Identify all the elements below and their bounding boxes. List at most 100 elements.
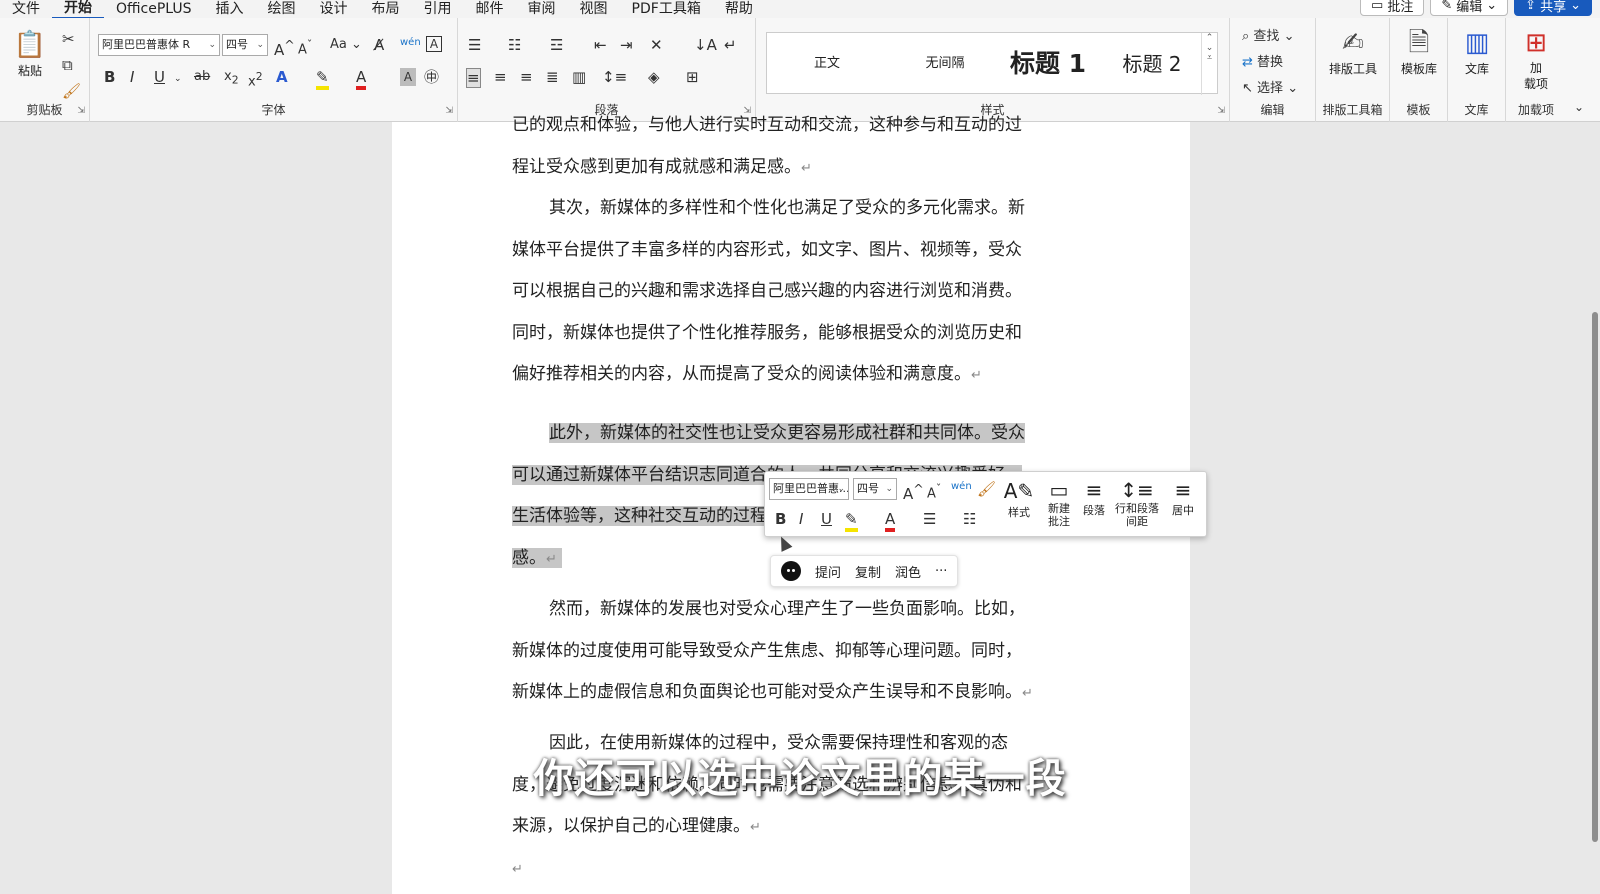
center-button[interactable]: ≡ 居中 [1167, 478, 1199, 518]
decrease-indent-icon[interactable]: ⇤ [594, 36, 607, 54]
polish-button[interactable]: 润色 [895, 562, 921, 581]
character-shading-icon[interactable]: A [400, 68, 416, 86]
mini-font-size-select[interactable]: 四号 ⌄ [853, 478, 897, 500]
grow-font-icon[interactable]: A^ [903, 480, 924, 503]
strikethrough-icon[interactable]: ab [194, 68, 210, 86]
menu-design[interactable]: 设计 [308, 0, 360, 18]
chevron-down-icon[interactable]: ⌄ [174, 70, 182, 88]
paragraph-line: 新媒体上的虚假信息和负面舆论也可能对受众产生误导和不良影响。↵ [512, 682, 1033, 702]
numbering-icon[interactable]: ☷ [508, 36, 521, 54]
mini-paragraph-button[interactable]: ≡ 段落 [1079, 478, 1109, 518]
cut-icon[interactable]: ✂ [62, 30, 75, 48]
font-color-icon[interactable]: A [885, 510, 896, 532]
format-painter-icon[interactable]: 🖌 [977, 480, 996, 498]
underline-icon[interactable]: U [154, 68, 165, 86]
style-heading-2[interactable]: 标题 2 [1107, 33, 1197, 95]
borders-icon[interactable]: ⊞ [686, 68, 699, 86]
phonetic-guide-icon[interactable]: wén [951, 478, 972, 496]
phonetic-guide-icon[interactable]: wén [400, 34, 421, 52]
ask-button[interactable]: 提问 [815, 562, 841, 581]
menu-view[interactable]: 视图 [568, 0, 620, 18]
menu-pdf-tools[interactable]: PDF工具箱 [620, 0, 713, 18]
mini-styles-button[interactable]: A✎ 样式 [1001, 478, 1037, 520]
subscript-icon[interactable]: x2 [224, 68, 239, 90]
addins-button[interactable]: ⊞ 加 载项 [1506, 26, 1566, 92]
multilevel-list-icon[interactable]: ☲ [550, 36, 563, 54]
menu-layout[interactable]: 布局 [360, 0, 412, 18]
justify-icon[interactable]: ≣ [546, 68, 559, 86]
paragraph-2: 其次，新媒体的多样性和个性化也满足了受众的多元化需求。新 媒体平台提供了丰富多样… [512, 188, 1072, 396]
collapse-ribbon-icon[interactable]: ⌄ [1574, 98, 1584, 116]
select-button[interactable]: ↖ 选择 ⌄ [1242, 80, 1298, 98]
sort-icon[interactable]: ↓A [694, 36, 717, 54]
underline-icon[interactable]: U [821, 510, 832, 528]
align-left-icon[interactable]: ≡ [466, 68, 481, 88]
bullets-icon[interactable]: ☰ [468, 36, 481, 54]
character-border-icon[interactable]: A [426, 36, 442, 52]
italic-icon[interactable]: I [130, 68, 134, 86]
menu-draw[interactable]: 绘图 [256, 0, 308, 18]
menu-home[interactable]: 开始 [52, 0, 104, 20]
edit-mode-button[interactable]: ✎ 编辑 ⌄ [1430, 0, 1509, 16]
share-button[interactable]: ⇪ 共享 ⌄ [1514, 0, 1592, 16]
show-marks-icon[interactable]: ↵ [724, 36, 737, 54]
superscript-icon[interactable]: x2 [248, 68, 263, 91]
font-color-icon[interactable]: A [356, 68, 367, 90]
copy-icon[interactable]: ⧉ [62, 56, 73, 74]
font-launcher-icon[interactable]: ⇲ [445, 106, 453, 116]
grow-font-icon[interactable]: A^ [274, 36, 295, 59]
style-normal[interactable]: 正文 [797, 33, 857, 95]
clipboard-launcher-icon[interactable]: ⇲ [77, 106, 85, 116]
more-button[interactable]: ··· [935, 564, 947, 579]
enclose-character-icon[interactable]: ㊥ [424, 68, 439, 86]
distributed-icon[interactable]: ▥ [572, 68, 586, 86]
numbering-icon[interactable]: ☷ [963, 510, 976, 528]
menu-help[interactable]: 帮助 [713, 0, 765, 18]
style-heading-1[interactable]: 标题 1 [993, 33, 1103, 95]
shrink-font-icon[interactable]: Aˇ [298, 36, 312, 59]
menu-mailings[interactable]: 邮件 [464, 0, 516, 18]
change-case-button[interactable]: Aa ⌄ [330, 36, 362, 54]
clipboard-icon: 📋 [13, 30, 47, 60]
ai-assistant-icon[interactable] [781, 561, 801, 581]
styles-launcher-icon[interactable]: ⇲ [1217, 106, 1225, 116]
text-effects-icon[interactable]: A [276, 68, 288, 86]
style-no-spacing[interactable]: 无间隔 [907, 33, 983, 95]
styles-scroll[interactable]: ⌃ ⌄ ⩡ [1201, 33, 1217, 95]
template-library-button[interactable]: 🗎 模板库 [1390, 26, 1448, 77]
italic-icon[interactable]: I [799, 510, 803, 528]
align-right-icon[interactable]: ≡ [520, 68, 533, 86]
shading-icon[interactable]: ◈ [648, 68, 660, 86]
highlight-color-icon[interactable]: ✎ [845, 510, 858, 532]
paragraph-line: 然而，新媒体的发展也对受众心理产生了一些负面影响。比如， [549, 599, 1025, 619]
template-group: 🗎 模板库 模板 [1390, 18, 1448, 122]
menu-review[interactable]: 审阅 [516, 0, 568, 18]
menu-file[interactable]: 文件 [0, 0, 52, 18]
increase-indent-icon[interactable]: ⇥ [620, 36, 633, 54]
clear-format-icon[interactable]: A̸ [374, 36, 384, 54]
replace-button[interactable]: ⇄ 替换 [1242, 54, 1283, 72]
new-comment-button[interactable]: ▭ 新建 批注 [1043, 478, 1075, 528]
font-name-select[interactable]: 阿里巴巴普惠体 R ⌄ [98, 34, 220, 56]
shrink-font-icon[interactable]: Aˇ [927, 480, 941, 503]
chinese-layout-icon[interactable]: ✕ [650, 36, 663, 54]
copy-button[interactable]: 复制 [855, 562, 881, 581]
layout-tools-button[interactable]: ✍ 排版工具 [1316, 26, 1390, 77]
align-center-icon[interactable]: ≡ [494, 68, 507, 86]
line-spacing-icon[interactable]: ↕≡ [602, 68, 627, 86]
comment-button[interactable]: ▭ 批注 [1360, 0, 1425, 16]
bold-icon[interactable]: B [775, 510, 786, 528]
mini-font-name-select[interactable]: 阿里巴巴普惠... ⌄ [769, 478, 849, 500]
menu-insert[interactable]: 插入 [204, 0, 256, 18]
menu-references[interactable]: 引用 [412, 0, 464, 18]
bold-icon[interactable]: B [104, 68, 115, 86]
bullets-icon[interactable]: ☰ [923, 510, 936, 528]
highlight-color-icon[interactable]: ✎ [316, 68, 329, 90]
library-button[interactable]: ▥ 文库 [1448, 26, 1506, 77]
format-painter-icon[interactable]: 🖌 [62, 82, 81, 100]
font-size-select[interactable]: 四号 ⌄ [222, 34, 268, 56]
paste-button[interactable]: 📋 粘贴 [8, 28, 52, 79]
line-spacing-button[interactable]: ↕≡ 行和段落 间距 [1111, 478, 1163, 528]
find-button[interactable]: ⌕ 查找 ⌄ [1242, 28, 1294, 46]
menu-officeplus[interactable]: OfficePLUS [104, 0, 204, 18]
